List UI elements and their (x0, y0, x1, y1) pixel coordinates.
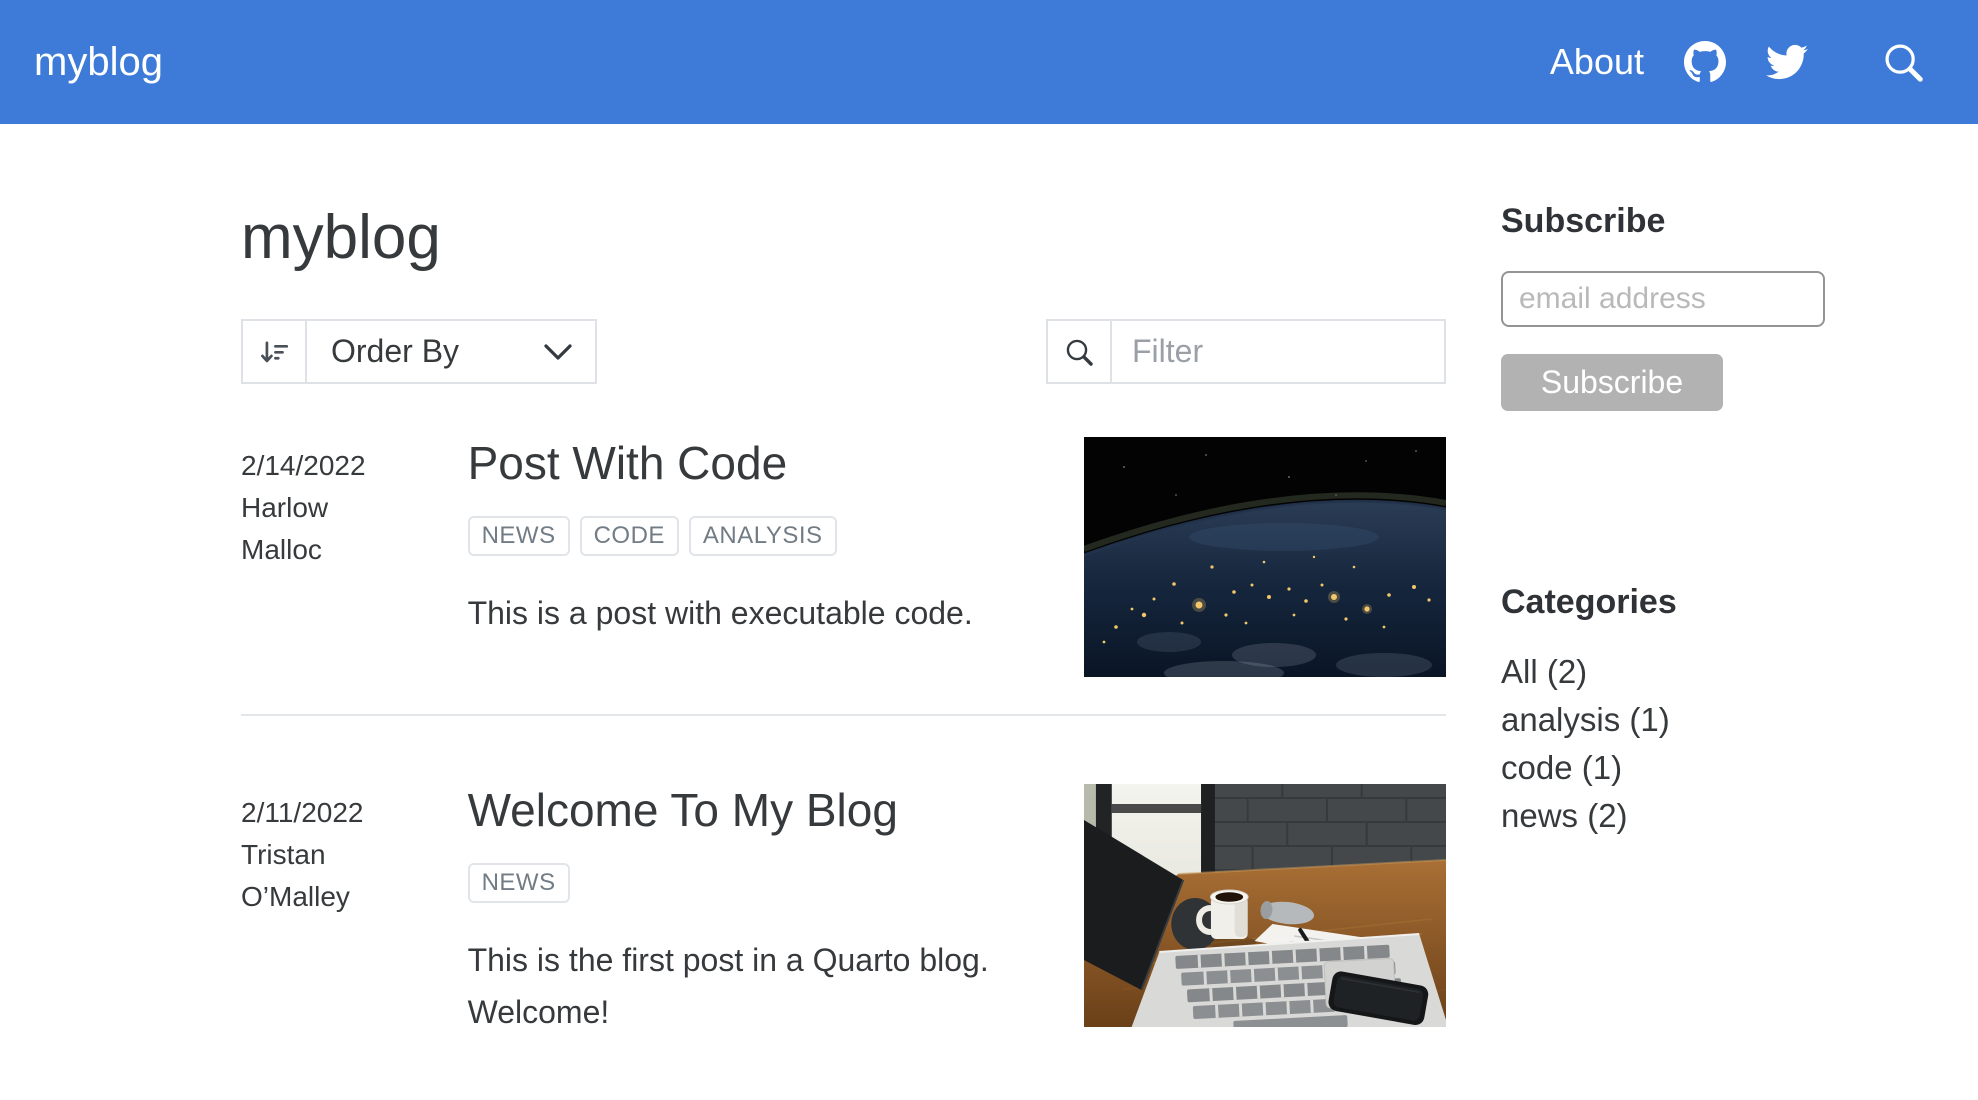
listing-toolbar: Order By (241, 319, 1446, 384)
post-list: 2/14/2022 Harlow Malloc Post With Code N… (241, 437, 1446, 1039)
post-title[interactable]: Welcome To My Blog (468, 784, 1051, 837)
category-analysis[interactable]: analysis (1) (1501, 696, 1825, 744)
navbar-right: About (1550, 39, 1926, 85)
categories-widget: Categories All (2) analysis (1) code (1)… (1501, 583, 1825, 840)
email-field[interactable] (1501, 271, 1825, 327)
post-row-2: 2/11/2022 Tristan O’Malley Welcome To My… (241, 784, 1446, 1039)
filter-search-icon (1048, 321, 1112, 382)
post-thumbnail-desk[interactable] (1084, 784, 1446, 1027)
order-by-dropdown[interactable]: Order By (241, 319, 597, 384)
sidebar: Subscribe Subscribe Categories All (2) a… (1501, 202, 1825, 1039)
nav-link-about[interactable]: About (1550, 41, 1644, 83)
categories-heading: Categories (1501, 583, 1677, 621)
tag-code[interactable]: CODE (579, 515, 679, 557)
navbar-brand[interactable]: myblog (34, 40, 163, 85)
navbar: myblog About (0, 0, 1978, 124)
post-tags: NEWS (467, 862, 1051, 904)
post-tags: NEWS CODE ANALYSIS (467, 515, 1051, 557)
search-icon[interactable] (1880, 39, 1926, 85)
post-title[interactable]: Post With Code (468, 437, 1051, 490)
post-description: This is a post with executable code. (467, 595, 973, 632)
subscribe-heading: Subscribe (1501, 202, 1666, 240)
post-body: Post With Code NEWS CODE ANALYSIS This i… (467, 437, 1051, 640)
post-divider (241, 714, 1446, 716)
post-row-1: 2/14/2022 Harlow Malloc Post With Code N… (241, 437, 1446, 677)
post-meta: 2/14/2022 Harlow Malloc (241, 437, 401, 571)
page-title: myblog (241, 203, 441, 272)
subscribe-button[interactable]: Subscribe (1501, 354, 1723, 411)
sort-icon (243, 321, 307, 382)
subscribe-widget: Subscribe Subscribe (1501, 202, 1825, 411)
category-all[interactable]: All (2) (1501, 648, 1825, 696)
post-date: 2/14/2022 (241, 450, 366, 481)
filter-input[interactable] (1112, 321, 1444, 382)
post-body: Welcome To My Blog NEWS This is the firs… (467, 784, 1051, 1039)
post-date: 2/11/2022 (241, 797, 364, 828)
tag-news[interactable]: NEWS (467, 862, 570, 904)
tag-news[interactable]: NEWS (467, 515, 570, 557)
post-author: Tristan O’Malley (241, 839, 350, 912)
github-icon[interactable] (1684, 41, 1726, 83)
post-description: This is the first post in a Quarto blog.… (467, 942, 989, 1031)
category-news[interactable]: news (2) (1501, 792, 1825, 840)
listing-main: myblog Order By Filter 2/14/2022 Harlow … (241, 202, 1446, 1039)
category-code[interactable]: code (1) (1501, 744, 1825, 792)
chevron-down-icon (543, 343, 595, 361)
filter-box (1046, 319, 1446, 384)
page-content: myblog Order By Filter 2/14/2022 Harlow … (0, 124, 1978, 1039)
post-author: Harlow Malloc (241, 492, 329, 565)
twitter-icon[interactable] (1766, 44, 1808, 80)
order-by-label: Order By (331, 333, 460, 369)
tag-analysis[interactable]: ANALYSIS (688, 515, 837, 557)
post-thumbnail-earth[interactable] (1084, 437, 1446, 677)
post-meta: 2/11/2022 Tristan O’Malley (241, 784, 401, 918)
